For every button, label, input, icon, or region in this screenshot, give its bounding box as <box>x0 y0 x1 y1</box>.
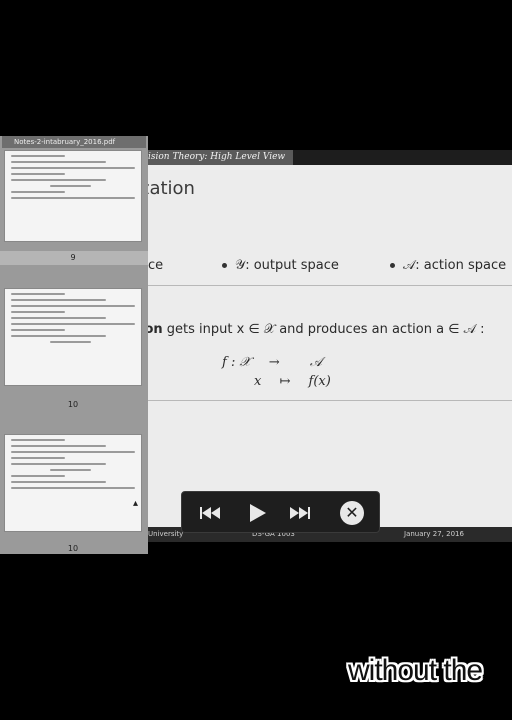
page-thumbnail[interactable] <box>4 434 142 532</box>
close-icon: ✕ <box>345 503 359 522</box>
scroll-arrow-icon[interactable]: ▴ <box>133 498 138 509</box>
mapping-lhs: x <box>254 374 262 389</box>
definition-text: gets input x ∈ 𝒳 and produces an action … <box>166 322 485 337</box>
page-number: 10 <box>67 544 79 553</box>
output-space-item: 𝒴: output space <box>222 258 339 273</box>
skip-forward-icon <box>290 507 310 519</box>
footer-institution: University <box>148 530 184 538</box>
media-controls: ✕ <box>181 491 380 533</box>
mapping-row-1: f : 𝒳 → 𝒜 <box>222 355 322 370</box>
mapping-arrow: ↦ <box>279 374 291 389</box>
page-thumbnail[interactable] <box>4 150 142 242</box>
skip-back-icon <box>200 507 220 519</box>
mapping-row-2: x ↦ f(x) <box>254 374 331 389</box>
action-space-item: 𝒜: action space <box>390 258 506 273</box>
mapping-lhs: f : 𝒳 <box>222 355 251 370</box>
footer-date: January 27, 2016 <box>404 530 464 538</box>
slide-title: zation <box>140 178 195 199</box>
slide-view: ision Theory: High Level View zation ace… <box>140 150 512 542</box>
mapping-rhs: f(x) <box>308 374 331 389</box>
output-space-label: 𝒴: output space <box>235 258 339 273</box>
bullet-icon <box>222 263 227 268</box>
skip-back-button[interactable] <box>198 500 222 526</box>
play-button[interactable] <box>246 500 270 526</box>
block-divider <box>140 285 512 286</box>
block-divider <box>140 400 512 401</box>
slide-header-bar: ision Theory: High Level View <box>140 150 512 165</box>
play-icon <box>250 504 266 522</box>
close-button[interactable]: ✕ <box>340 501 364 525</box>
mapping-rhs: 𝒜 <box>309 355 323 370</box>
slide-section-label: ision Theory: High Level View <box>144 150 294 165</box>
action-space-label: 𝒜: action space <box>403 258 507 273</box>
page-number: 9 <box>70 253 76 262</box>
document-title: Notes-2-intabruary_2016.pdf <box>2 136 146 148</box>
mapping-arrow: → <box>268 355 280 370</box>
thumbnail-sidebar[interactable]: Notes-2-intabruary_2016.pdf 9 10 ▴ 10 <box>0 136 148 554</box>
page-number: 10 <box>67 400 79 409</box>
definition-sentence: ion gets input x ∈ 𝒳 and produces an act… <box>140 322 484 337</box>
skip-forward-button[interactable] <box>288 500 312 526</box>
page-thumbnail[interactable] <box>4 288 142 386</box>
subtitle-caption: without the <box>348 654 483 687</box>
bullet-icon <box>390 263 395 268</box>
